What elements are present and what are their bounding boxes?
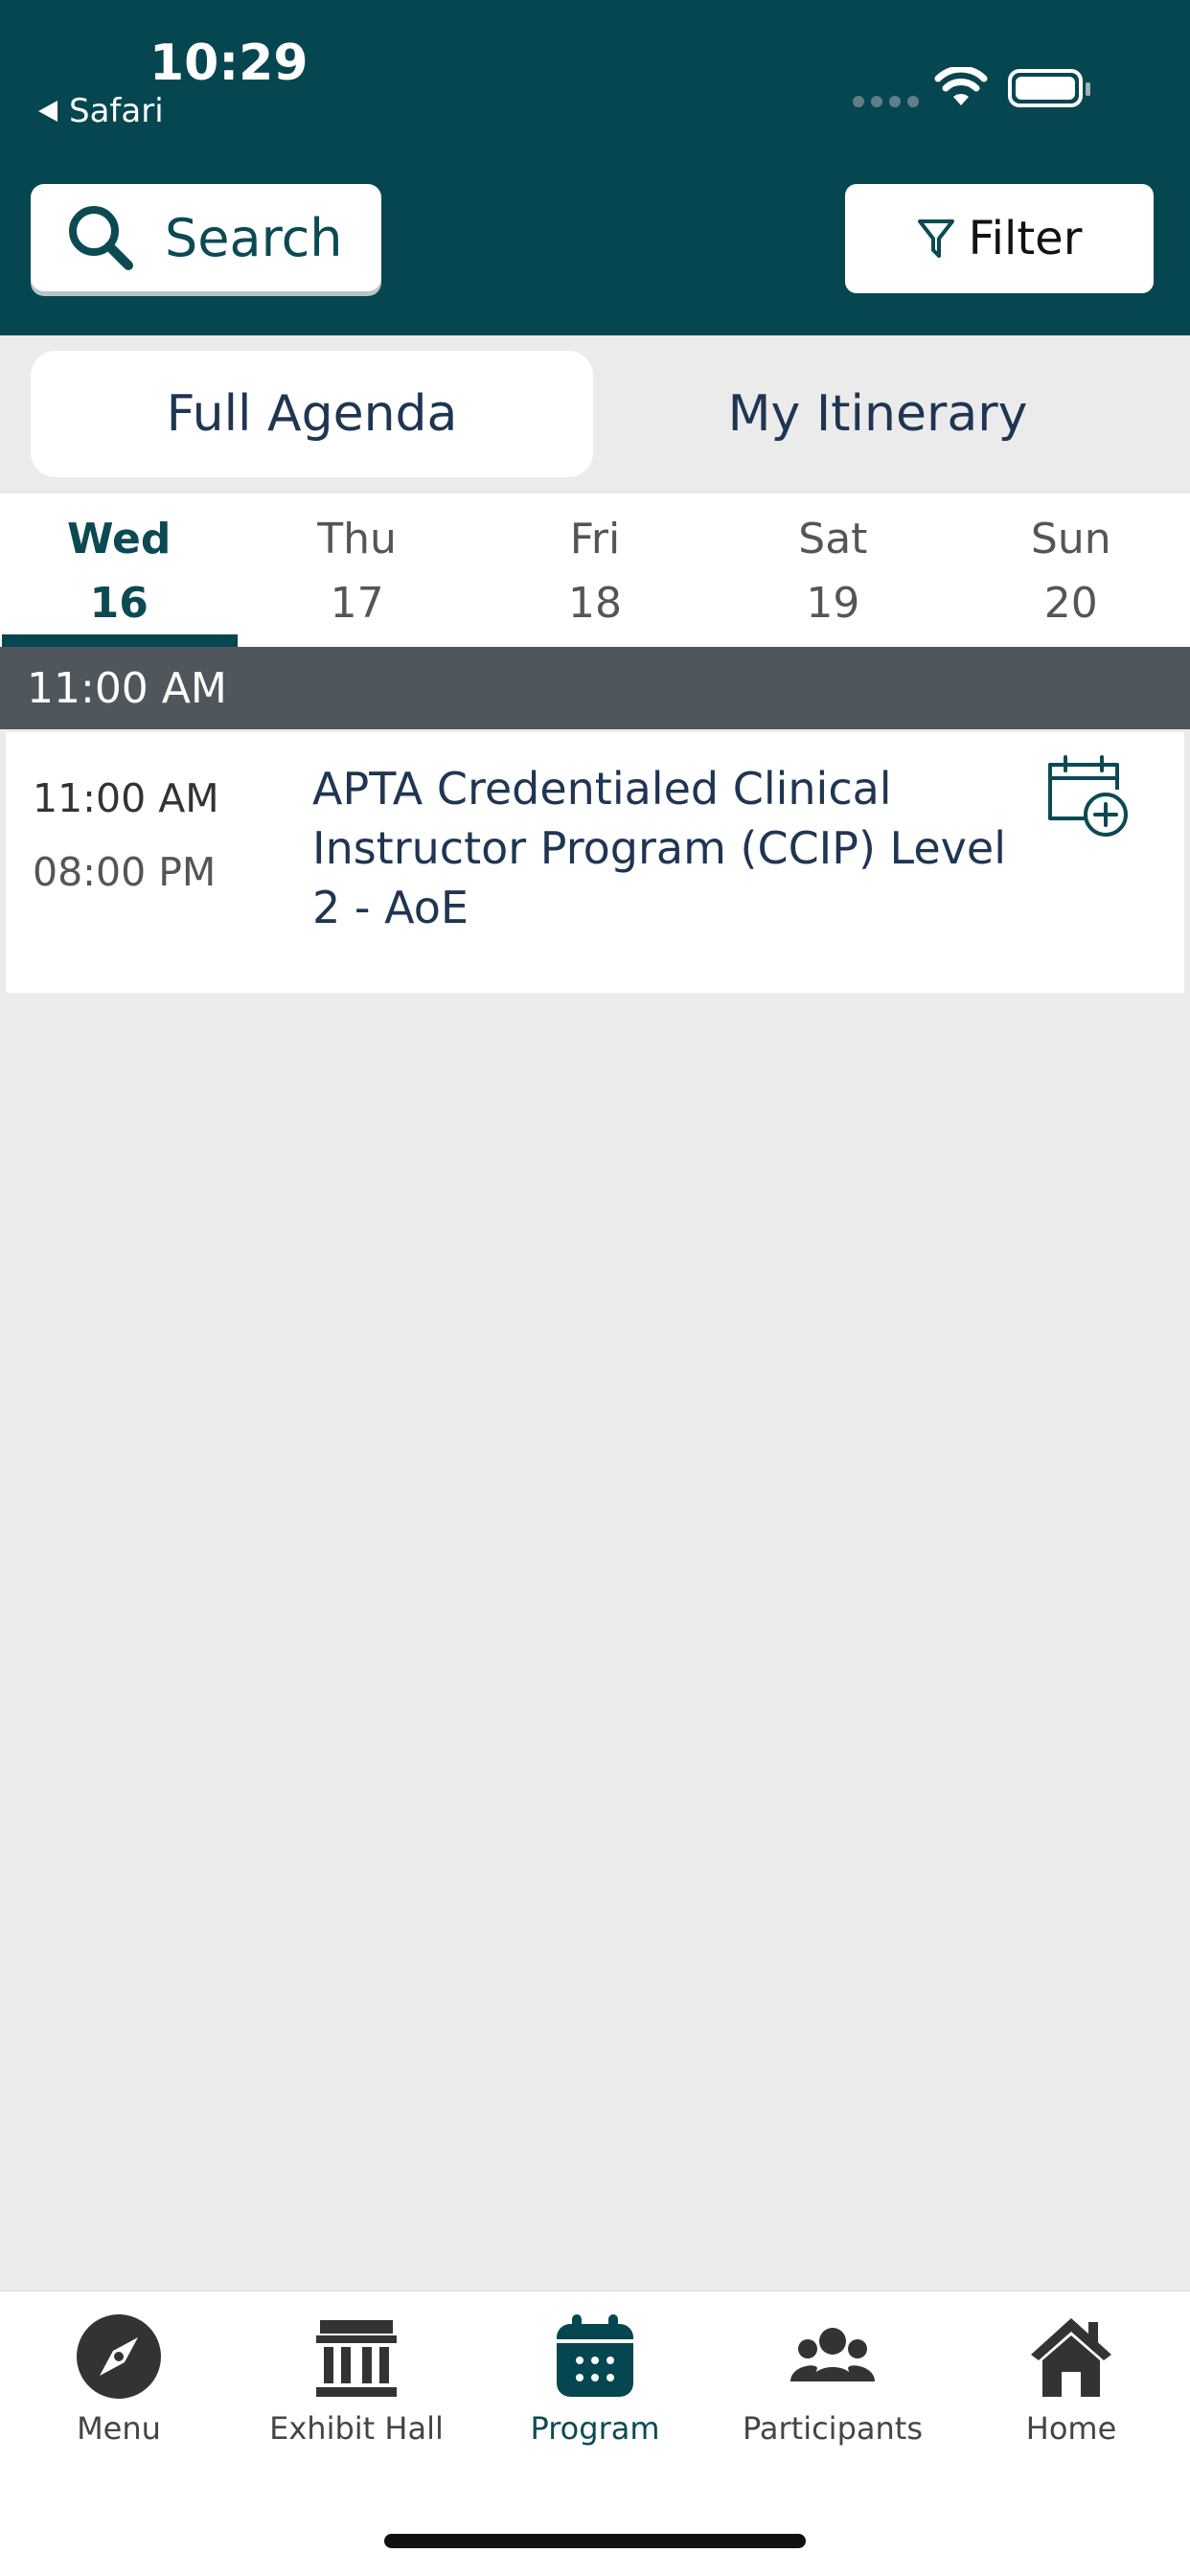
agenda-segmented-control: Full Agenda My Itinerary bbox=[0, 335, 1190, 494]
cellular-signal-icon bbox=[853, 96, 919, 107]
nav-label: Participants bbox=[743, 2410, 923, 2447]
add-to-calendar-icon[interactable] bbox=[1042, 751, 1134, 843]
nav-participants[interactable]: Participants bbox=[714, 2312, 951, 2447]
day-tabs: Wed 16 Thu 17 Fri 18 Sat 19 Sun 20 bbox=[0, 494, 1190, 647]
back-arrow-icon bbox=[38, 101, 57, 122]
home-indicator bbox=[384, 2534, 806, 2548]
day-tab-date: 18 bbox=[567, 579, 622, 628]
day-tab-dow: Wed bbox=[67, 515, 172, 564]
filter-button[interactable]: Filter bbox=[845, 184, 1154, 293]
session-end-time: 08:00 PM bbox=[33, 849, 217, 895]
day-tab-date: 19 bbox=[806, 579, 860, 628]
building-icon bbox=[316, 2320, 397, 2397]
day-tab-wed[interactable]: Wed 16 bbox=[0, 494, 239, 647]
nav-label: Home bbox=[1025, 2410, 1117, 2447]
battery-icon bbox=[1008, 69, 1090, 107]
timeslot-header: 11:00 AM bbox=[0, 647, 1190, 729]
nav-label: Exhibit Hall bbox=[269, 2410, 444, 2447]
day-tab-thu[interactable]: Thu 17 bbox=[238, 494, 475, 647]
day-tab-fri[interactable]: Fri 18 bbox=[476, 494, 714, 647]
calendar-icon bbox=[557, 2314, 633, 2397]
day-tab-dow: Thu bbox=[317, 515, 397, 564]
session-card[interactable]: 11:00 AM 08:00 PM APTA Credentialed Clin… bbox=[6, 732, 1184, 993]
nav-label: Program bbox=[530, 2410, 660, 2447]
nav-home[interactable]: Home bbox=[952, 2312, 1190, 2447]
search-button[interactable]: Search bbox=[31, 184, 381, 291]
back-to-app-link[interactable]: Safari bbox=[38, 92, 164, 130]
tab-my-itinerary[interactable]: My Itinerary bbox=[594, 351, 1161, 477]
day-tab-sat[interactable]: Sat 19 bbox=[714, 494, 951, 647]
compass-icon bbox=[77, 2314, 161, 2399]
day-tab-sun[interactable]: Sun 20 bbox=[952, 494, 1190, 647]
tab-full-agenda[interactable]: Full Agenda bbox=[31, 351, 593, 477]
day-tab-dow: Sat bbox=[798, 515, 868, 564]
nav-program[interactable]: Program bbox=[476, 2312, 714, 2447]
filter-icon bbox=[917, 219, 954, 258]
back-app-label: Safari bbox=[69, 92, 164, 130]
home-icon bbox=[1031, 2318, 1111, 2397]
day-tab-date: 16 bbox=[89, 579, 149, 628]
nav-label: Menu bbox=[77, 2410, 161, 2447]
wifi-icon bbox=[934, 67, 988, 105]
nav-menu[interactable]: Menu bbox=[0, 2312, 238, 2447]
app-header: 10:29 Safari Search Filter bbox=[0, 0, 1190, 335]
search-icon bbox=[69, 206, 133, 270]
session-start-time: 11:00 AM bbox=[33, 775, 219, 821]
nav-exhibit-hall[interactable]: Exhibit Hall bbox=[238, 2312, 475, 2447]
session-title[interactable]: APTA Credentialed Clinical Instructor Pr… bbox=[312, 759, 1041, 937]
people-icon bbox=[790, 2328, 875, 2381]
status-time: 10:29 bbox=[149, 34, 309, 92]
day-tab-dow: Fri bbox=[569, 515, 621, 564]
filter-label: Filter bbox=[968, 212, 1083, 265]
day-tab-dow: Sun bbox=[1030, 515, 1111, 564]
day-tab-date: 17 bbox=[330, 579, 384, 628]
search-label: Search bbox=[165, 207, 343, 268]
day-tab-date: 20 bbox=[1043, 579, 1098, 628]
